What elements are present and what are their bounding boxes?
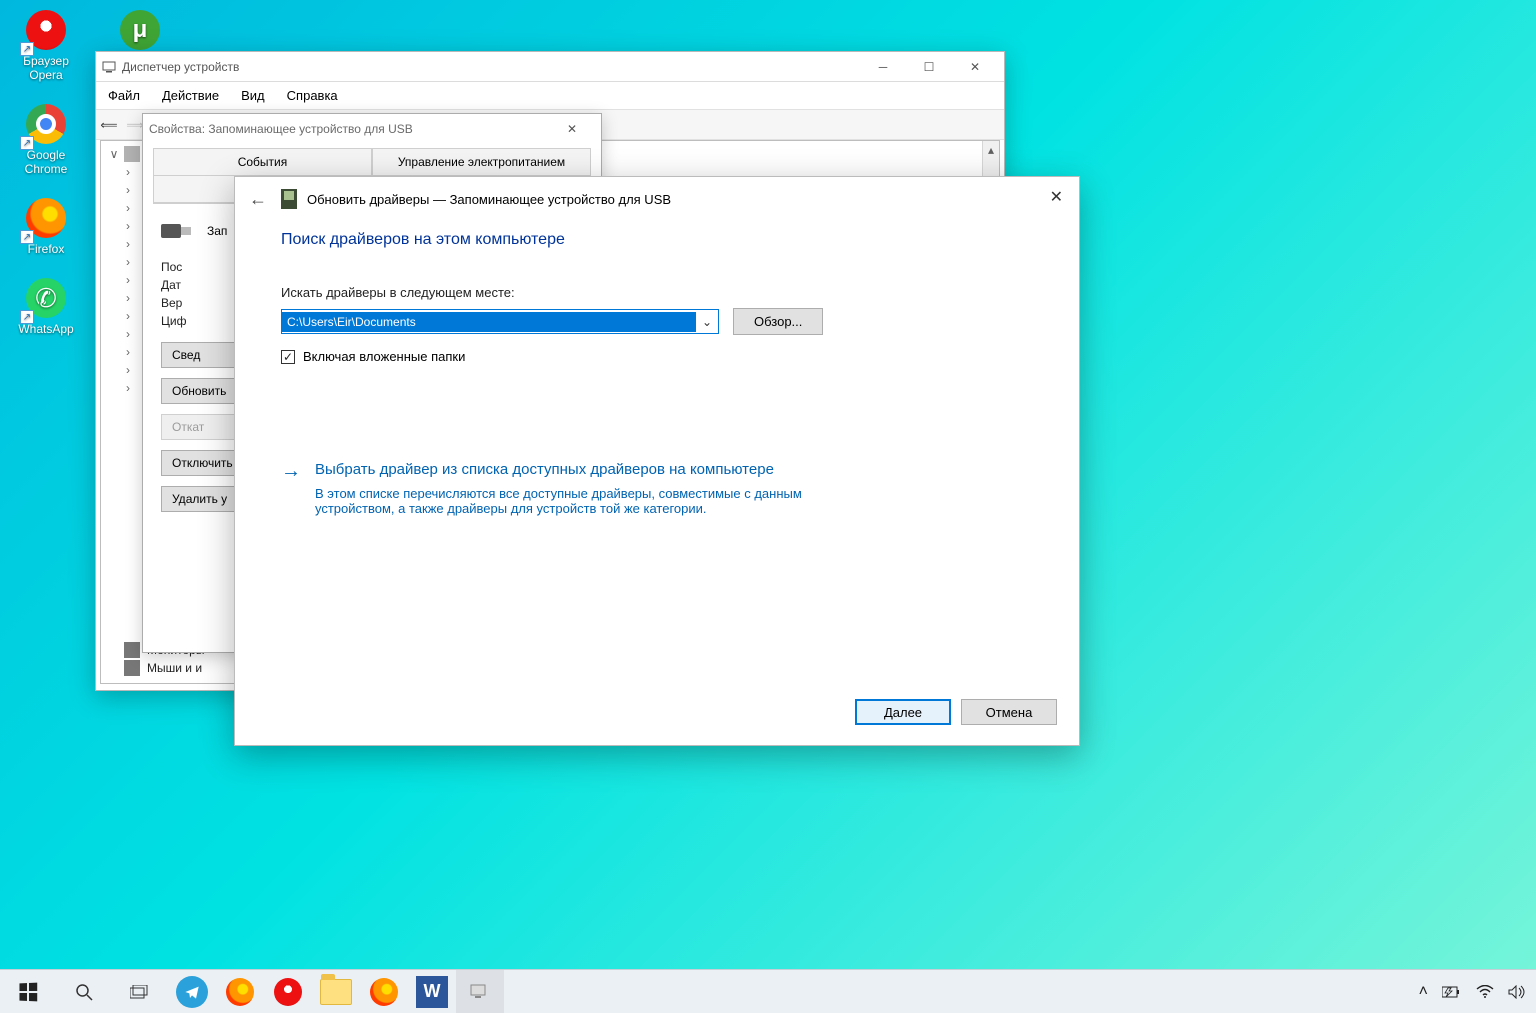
expand-toggle[interactable]: › [121,291,135,305]
expand-toggle[interactable]: › [121,237,135,251]
expand-toggle[interactable]: › [121,327,135,341]
taskbar-app-devmgr[interactable] [456,970,504,1013]
expand-toggle[interactable]: › [121,363,135,377]
tree-item[interactable]: Мыши и и [147,661,202,675]
pick-from-list-option[interactable]: → Выбрать драйвер из списка доступных др… [281,460,1033,516]
scroll-up-icon[interactable]: ▴ [983,141,999,158]
close-button[interactable]: ✕ [1050,187,1063,207]
task-view-icon [130,985,150,999]
path-combobox[interactable]: C:\Users\Eir\Documents ⌄ [281,309,719,334]
desktop-icon-firefox[interactable]: ↗ Firefox [6,194,86,256]
expand-toggle[interactable]: ∨ [107,147,121,161]
monitor-icon [124,642,140,658]
driver-icon [281,189,297,209]
tabs-upper: События Управление электропитанием [153,148,591,176]
desktop-icon-utorrent[interactable]: μ [100,6,180,54]
taskbar-app-firefox[interactable] [216,970,264,1013]
menu-view[interactable]: Вид [241,88,265,103]
back-button[interactable]: ← [245,186,271,212]
window-title: Диспетчер устройств [122,60,239,74]
maximize-button[interactable]: ☐ [906,53,952,81]
desktop-icon-whatsapp[interactable]: ✆↗ WhatsApp [6,274,86,336]
chevron-down-icon[interactable]: ⌄ [696,315,718,329]
devmgr-icon [469,981,491,1003]
include-subfolders-checkbox[interactable]: ✓ Включая вложенные папки [281,349,1033,364]
expand-toggle[interactable]: › [121,309,135,323]
tray-power-icon[interactable] [1442,985,1462,999]
start-button[interactable] [0,970,56,1013]
taskbar: W ˄ [0,969,1536,1013]
expand-toggle[interactable]: › [121,165,135,179]
section-title: Поиск драйверов на этом компьютере [281,231,1033,249]
next-button[interactable]: Далее [855,699,951,725]
desktop: ↗ Браузер Opera ↗ Google Chrome ↗ Firefo… [0,0,1536,1013]
taskbar-app-explorer[interactable] [312,970,360,1013]
expand-toggle[interactable]: › [121,219,135,233]
tray-sound-icon[interactable] [1508,985,1526,999]
wizard-footer: Далее Отмена [855,699,1057,725]
checkbox-icon[interactable]: ✓ [281,350,295,364]
computer-icon [102,60,116,74]
tray-wifi-icon[interactable] [1476,985,1494,999]
checkbox-label: Включая вложенные папки [303,349,465,364]
search-icon [75,983,93,1001]
desktop-icon-opera[interactable]: ↗ Браузер Opera [6,6,86,82]
toolbar-back-icon[interactable]: ⟸ [96,112,122,138]
update-driver-wizard: ← Обновить драйверы — Запоминающее устро… [234,176,1080,746]
tab-power[interactable]: Управление электропитанием [372,148,591,175]
expand-toggle[interactable]: › [121,255,135,269]
desktop-icon-chrome[interactable]: ↗ Google Chrome [6,100,86,176]
tray-chevron-icon[interactable]: ˄ [1419,983,1428,1001]
search-button[interactable] [56,970,112,1013]
desktop-icon-label: Google Chrome [6,148,86,176]
cancel-button[interactable]: Отмена [961,699,1057,725]
desktop-icons-column: ↗ Браузер Opera ↗ Google Chrome ↗ Firefo… [6,6,86,336]
windows-logo-icon [19,982,37,1001]
task-view-button[interactable] [112,970,168,1013]
search-label: Искать драйверы в следующем месте: [281,285,1033,300]
computer-icon [124,146,140,162]
desktop-icon-label: Firefox [28,242,65,256]
mouse-icon [124,660,140,676]
desktop-icon-label: WhatsApp [18,322,73,336]
expand-toggle[interactable]: › [121,273,135,287]
wizard-header: ← Обновить драйверы — Запоминающее устро… [235,177,1079,221]
expand-toggle[interactable]: › [121,183,135,197]
taskbar-app-firefox-2[interactable] [360,970,408,1013]
arrow-right-icon: → [281,460,301,516]
wizard-title: Обновить драйверы — Запоминающее устройс… [307,192,671,207]
expand-toggle[interactable]: › [121,345,135,359]
close-button[interactable]: ✕ [549,115,595,143]
close-button[interactable]: ✕ [952,53,998,81]
taskbar-app-opera[interactable] [264,970,312,1013]
path-value[interactable]: C:\Users\Eir\Documents [282,312,696,332]
expand-toggle[interactable]: › [121,201,135,215]
menu-action[interactable]: Действие [162,88,219,103]
option-desc: В этом списке перечисляются все доступны… [315,486,875,516]
option-title: Выбрать драйвер из списка доступных драй… [315,460,875,480]
desktop-icon-label: Браузер Opera [6,54,86,82]
titlebar[interactable]: Свойства: Запоминающее устройство для US… [143,114,601,144]
usb-icon [161,220,195,242]
titlebar[interactable]: Диспетчер устройств ─ ☐ ✕ [96,52,1004,82]
taskbar-app-word[interactable]: W [408,970,456,1013]
browse-button[interactable]: Обзор... [733,308,823,335]
expand-toggle[interactable]: › [121,381,135,395]
window-title: Свойства: Запоминающее устройство для US… [149,122,413,136]
device-name: Зап [207,224,227,238]
taskbar-app-telegram[interactable] [168,970,216,1013]
minimize-button[interactable]: ─ [860,53,906,81]
menu-help[interactable]: Справка [287,88,338,103]
menubar: Файл Действие Вид Справка [96,82,1004,110]
tab-events[interactable]: События [153,148,372,175]
menu-file[interactable]: Файл [108,88,140,103]
